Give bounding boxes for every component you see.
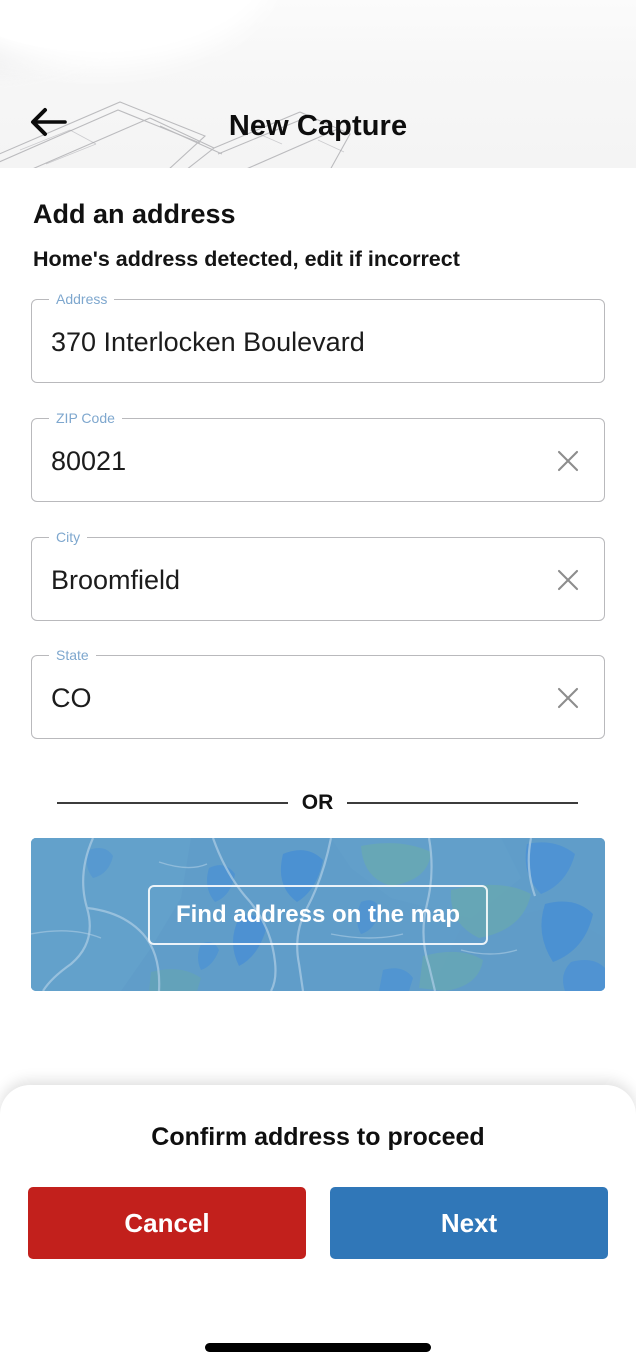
close-icon bbox=[555, 567, 581, 593]
section-title: Add an address bbox=[33, 199, 236, 229]
cancel-button[interactable]: Cancel bbox=[28, 1187, 306, 1259]
state-clear-button[interactable] bbox=[548, 656, 588, 740]
state-field[interactable]: State CO bbox=[31, 645, 605, 740]
phone-screen: New Capture Add an address Home's addres… bbox=[0, 0, 636, 1371]
bottom-action-sheet: Confirm address to proceed Cancel Next bbox=[0, 1085, 636, 1371]
divider-line-right bbox=[347, 802, 578, 804]
find-address-on-map-button[interactable]: Find address on the map bbox=[147, 884, 489, 945]
sheet-action-row: Cancel Next bbox=[28, 1187, 608, 1259]
city-field[interactable]: City Broomfield bbox=[31, 527, 605, 622]
divider-label: OR bbox=[301, 791, 334, 814]
city-field-value: Broomfield bbox=[51, 564, 181, 595]
confirm-prompt: Confirm address to proceed bbox=[151, 1123, 485, 1151]
home-indicator[interactable] bbox=[205, 1343, 431, 1352]
next-button[interactable]: Next bbox=[330, 1187, 608, 1259]
state-field-value: CO bbox=[51, 682, 92, 713]
or-divider: OR bbox=[57, 788, 578, 818]
close-icon bbox=[555, 448, 581, 474]
page-title-header: New Capture bbox=[228, 109, 408, 142]
divider-line-left bbox=[57, 802, 288, 804]
address-field[interactable]: Address 370 Interlocken Boulevard bbox=[31, 289, 605, 383]
map-thumbnail-card[interactable]: Find address on the map bbox=[31, 838, 605, 991]
address-field-value: 370 Interlocken Boulevard bbox=[51, 326, 365, 357]
zip-code-field-value: 80021 bbox=[51, 445, 127, 476]
main-content: Add an address Home's address detected, … bbox=[0, 168, 636, 1085]
zip-code-field[interactable]: ZIP Code 80021 bbox=[31, 408, 605, 503]
section-subtitle: Home's address detected, edit if incorre… bbox=[33, 247, 460, 271]
close-icon bbox=[555, 685, 581, 711]
city-clear-button[interactable] bbox=[548, 538, 588, 622]
zip-code-clear-button[interactable] bbox=[548, 419, 588, 503]
